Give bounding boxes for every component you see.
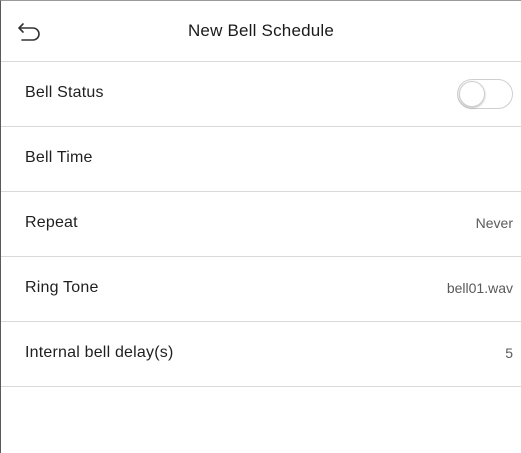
bell-status-row[interactable]: Bell Status	[1, 62, 521, 127]
bell-time-label: Bell Time	[25, 149, 93, 166]
header-bar: New Bell Schedule	[1, 1, 521, 62]
bell-status-label: Bell Status	[25, 84, 104, 101]
ring-tone-value: bell01.wav	[446, 280, 513, 296]
page-title: New Bell Schedule	[187, 21, 335, 40]
ring-tone-label: Ring Tone	[25, 279, 99, 296]
internal-bell-delay-label: Internal bell delay(s)	[25, 344, 174, 361]
bell-status-toggle[interactable]	[457, 79, 513, 109]
repeat-row[interactable]: Repeat Never	[1, 192, 521, 257]
new-bell-schedule-screen: New Bell Schedule Bell Status Bell Time …	[0, 0, 521, 453]
ring-tone-row[interactable]: Ring Tone bell01.wav	[1, 257, 521, 322]
internal-bell-delay-row[interactable]: Internal bell delay(s) 5	[1, 322, 521, 387]
toggle-knob	[459, 81, 485, 107]
internal-bell-delay-value: 5	[505, 345, 513, 361]
repeat-value: Never	[475, 215, 513, 231]
repeat-label: Repeat	[25, 214, 78, 231]
bell-time-row[interactable]: Bell Time	[1, 127, 521, 192]
